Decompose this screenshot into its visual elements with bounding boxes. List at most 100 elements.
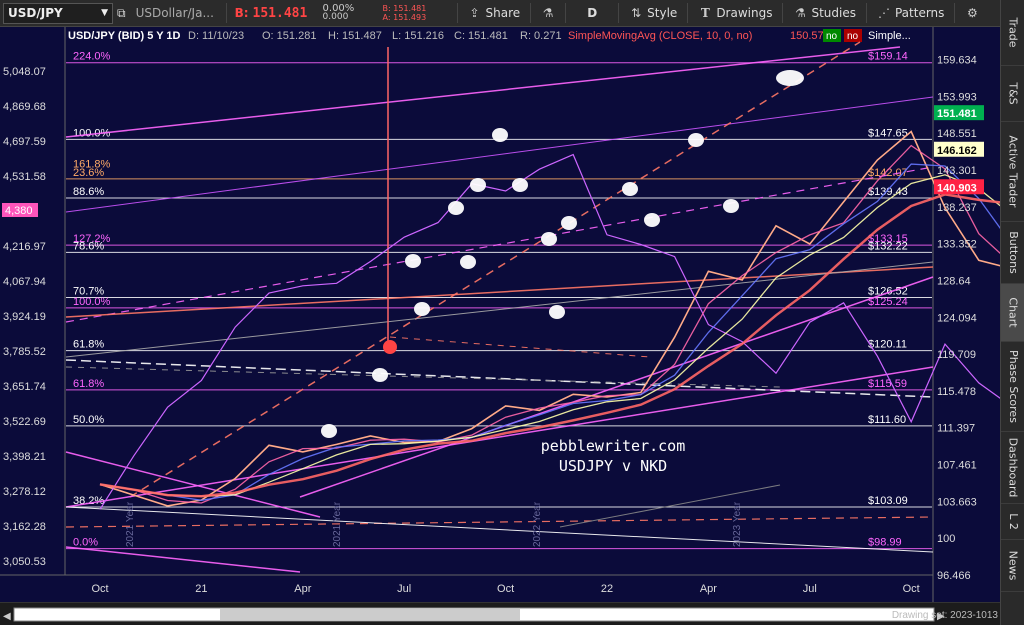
pivot-marker <box>492 128 508 142</box>
x-tick-label: Apr <box>294 583 311 595</box>
right-tick-label: 124.094 <box>937 312 977 324</box>
symbol-description: USDollar/Ja... <box>135 6 214 20</box>
fib-percent-label: 23.6% <box>73 167 104 179</box>
copy-icon[interactable]: ⧉ <box>113 0 130 27</box>
scroll-thumb[interactable] <box>220 609 520 620</box>
tab-label: Dashboard <box>1006 437 1020 498</box>
toggle-no-2-label: no <box>847 31 859 42</box>
text-tool-icon: T <box>700 6 710 20</box>
x-tick-label: Apr <box>700 583 717 595</box>
tab-buttons[interactable]: Buttons <box>1001 222 1024 284</box>
fib-price-label: $120.11 <box>868 339 907 351</box>
scroll-left-arrow[interactable]: ◀ <box>3 611 11 622</box>
right-tick-label: 111.397 <box>937 423 975 435</box>
tab-label: L 2 <box>1006 513 1020 530</box>
share-button[interactable]: ⇪ Share <box>462 0 527 27</box>
bid-prefix: B: <box>234 6 249 20</box>
header-range: R: 0.271 <box>520 30 562 42</box>
tab-trade[interactable]: Trade <box>1001 0 1024 66</box>
right-tick-label: 138.237 <box>937 202 977 214</box>
header-sma: SimpleMovingAvg (CLOSE, 10, 0, no) <box>568 30 752 42</box>
left-tick-label: 4,869.68 <box>3 101 46 113</box>
drawings-label: Drawings <box>716 6 773 20</box>
pivot-marker <box>470 178 486 192</box>
left-tick-label: 4,216.97 <box>3 241 46 253</box>
watermark-title: USDJPY v NKD <box>559 457 667 475</box>
divider <box>954 3 956 23</box>
pivot-marker <box>405 254 421 268</box>
fib-price-label: $111.60 <box>868 414 906 426</box>
left-tick-label: 3,278.12 <box>3 486 46 498</box>
tab-news[interactable]: News <box>1001 540 1024 592</box>
pivot-marker <box>372 368 388 382</box>
x-tick-label: Jul <box>803 583 817 595</box>
pivot-marker <box>549 305 565 319</box>
ask-small: A: 151.493 <box>382 13 427 22</box>
left-tick-label: 4,697.59 <box>3 136 46 148</box>
status-bar: ◀ ▶ Drawing set: 2023-1013 <box>0 602 1000 625</box>
tab-chart[interactable]: Chart <box>1001 284 1024 342</box>
divider <box>530 3 532 23</box>
pivot-marker <box>414 302 430 316</box>
year-marker-label: 2022 Year <box>532 501 543 547</box>
right-sidebar: Trade T&S Active Trader Buttons Chart Ph… <box>1000 0 1024 625</box>
studies-button[interactable]: ⚗ Studies <box>787 0 862 27</box>
pivot-marker <box>688 133 704 147</box>
header-more[interactable]: Simple... <box>868 30 911 42</box>
header-low: L: 151.216 <box>392 30 444 42</box>
tab-label: T&S <box>1006 82 1020 105</box>
tab-phase-scores[interactable]: Phase Scores <box>1001 342 1024 432</box>
fib-percent-label: 100.0% <box>73 296 111 308</box>
bid-ask-small: B: 151.481 A: 151.493 <box>383 4 453 22</box>
drawing-set-label: Drawing set: 2023-1013 <box>892 610 999 621</box>
right-tick-label: 128.64 <box>937 275 971 287</box>
pivot-marker <box>644 213 660 227</box>
price-badge-label: 140.903 <box>937 182 977 194</box>
fib-price-label: $115.59 <box>868 378 907 390</box>
divider <box>782 3 784 23</box>
fib-price-label: $98.99 <box>868 537 902 549</box>
flask-icon: ⚗ <box>542 6 554 20</box>
style-button[interactable]: ⇅ Style <box>623 0 683 27</box>
tab-dashboard[interactable]: Dashboard <box>1001 432 1024 504</box>
price-badge-label: 146.162 <box>937 145 977 157</box>
left-price-badge-label: 4,380 <box>5 205 33 217</box>
style-icon: ⇅ <box>631 6 642 20</box>
symbol-selector[interactable]: USD/JPY ▼ <box>3 2 113 24</box>
divider <box>565 3 567 23</box>
tab-label: News <box>1006 550 1020 581</box>
year-marker-label: 2023 Year <box>732 501 743 547</box>
flask-button[interactable]: ⚗ <box>535 0 561 27</box>
chart-area[interactable]: USD/JPY (BID) 5 Y 1D D: 11/10/23 O: 151.… <box>0 27 1000 602</box>
fib-price-label: $142.07 <box>868 167 908 179</box>
left-tick-label: 3,651.74 <box>3 381 46 393</box>
right-tick-label: 153.993 <box>937 91 977 103</box>
watermark-site: pebblewriter.com <box>541 437 686 455</box>
period-selector[interactable]: D <box>570 0 614 27</box>
fib-percent-label: 78.6% <box>73 240 104 252</box>
chevron-down-icon: ▼ <box>101 8 108 18</box>
tab-label: Buttons <box>1006 231 1020 274</box>
price-chart[interactable]: USD/JPY (BID) 5 Y 1D D: 11/10/23 O: 151.… <box>0 27 1000 602</box>
left-tick-label: 5,048.07 <box>3 66 46 78</box>
fib-price-label: $147.65 <box>868 127 908 139</box>
header-pair: USD/JPY (BID) 5 Y 1D <box>68 30 181 42</box>
divider <box>456 3 458 23</box>
fib-percent-label: 61.8% <box>73 378 104 390</box>
patterns-icon: ⋰ <box>877 6 890 20</box>
settings-button[interactable]: ⚙ <box>959 0 985 27</box>
drawings-button[interactable]: T Drawings <box>692 0 778 27</box>
pivot-marker <box>622 182 638 196</box>
fib-percent-label: 50.0% <box>73 414 104 426</box>
tab-active-trader[interactable]: Active Trader <box>1001 122 1024 222</box>
toggle-no-1-label: no <box>826 31 838 42</box>
right-tick-label: 159.634 <box>937 55 977 67</box>
right-tick-label: 119.709 <box>937 349 976 361</box>
tab-level2[interactable]: L 2 <box>1001 504 1024 540</box>
tab-time-and-sales[interactable]: T&S <box>1001 66 1024 122</box>
right-tick-label: 115.478 <box>937 386 976 398</box>
right-tick-label: 107.461 <box>937 460 977 472</box>
left-tick-label: 3,785.52 <box>3 346 46 358</box>
patterns-button[interactable]: ⋰ Patterns <box>871 0 950 27</box>
divider <box>225 3 227 23</box>
